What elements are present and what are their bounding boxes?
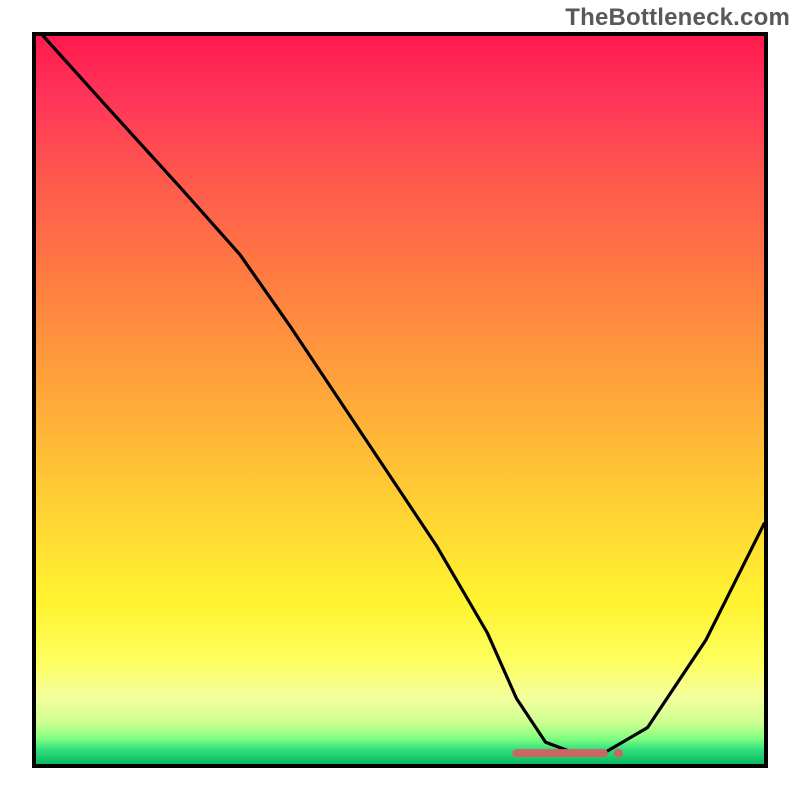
chart-svg: [36, 36, 764, 764]
bottleneck-curve-line: [43, 36, 764, 753]
optimum-dot: [614, 749, 623, 758]
chart-plot-area: [32, 32, 768, 768]
watermark-text: TheBottleneck.com: [565, 4, 790, 32]
